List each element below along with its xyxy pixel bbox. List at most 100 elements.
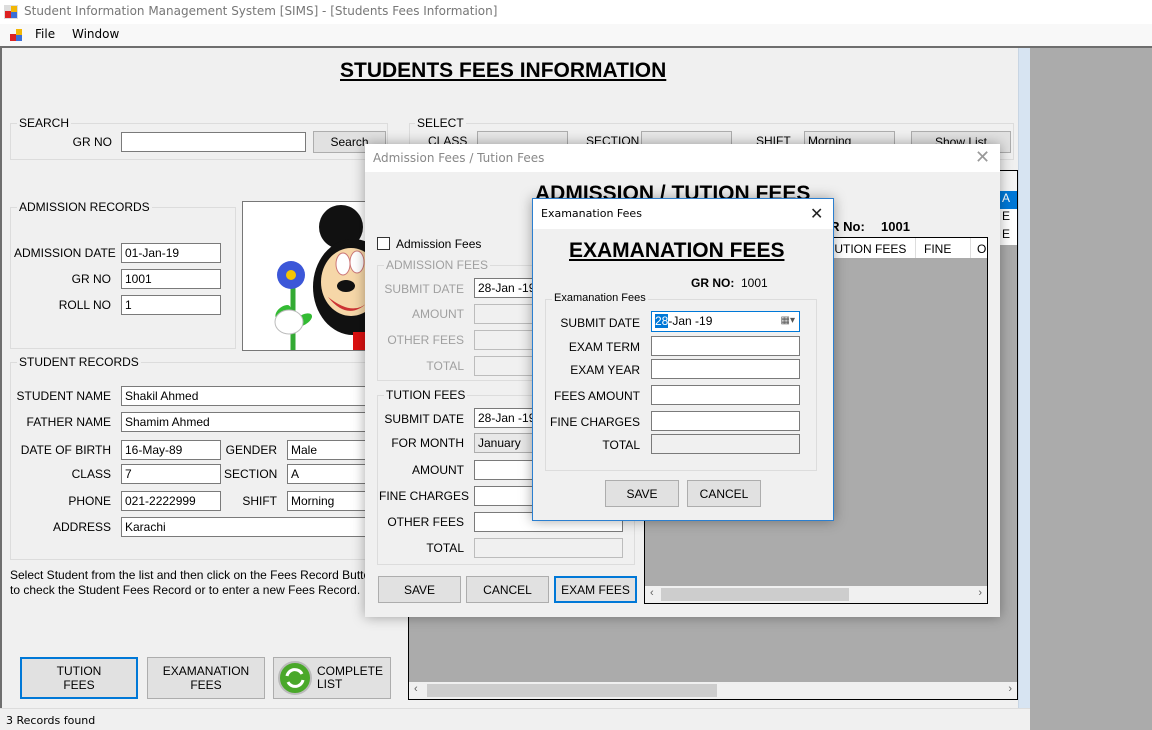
menu-file[interactable]: File: [35, 27, 55, 41]
dialog-cancel-button[interactable]: CANCEL: [466, 576, 549, 603]
close-icon[interactable]: ✕: [975, 147, 990, 168]
section-label: SECTION: [224, 467, 278, 481]
exam-term-label: EXAM TERM: [568, 340, 640, 354]
phone-field[interactable]: 021-2222999: [121, 491, 221, 511]
exam-year-field[interactable]: [651, 359, 800, 379]
records-grid-hscrollbar[interactable]: ‹ ›: [409, 682, 1017, 699]
address-label: ADDRESS: [52, 520, 111, 534]
mdi-child-icon[interactable]: [9, 28, 23, 42]
exam-fees-button[interactable]: EXAM FEES: [554, 576, 637, 603]
exam-submit-label: SUBMIT DATE: [560, 316, 640, 330]
hint-line-2: to check the Student Fees Record or to e…: [10, 583, 361, 597]
student-photo: [242, 201, 372, 351]
exam-fine-label: FINE CHARGES: [549, 415, 640, 429]
phone-label: PHONE: [68, 494, 111, 508]
exam-submit-date-picker[interactable]: 28-Jan -19 ▦▾: [651, 311, 800, 332]
father-name-field[interactable]: Shamim Ahmed: [121, 412, 371, 432]
exam-fees-line1: EXAMANATION: [162, 664, 250, 678]
exam-submit-rest: -Jan -19: [668, 314, 713, 328]
adm-other-field: [474, 330, 534, 350]
admission-fees-group-label: ADMISSION FEES: [384, 258, 491, 272]
gender-field[interactable]: Male: [287, 440, 371, 460]
scroll-thumb[interactable]: [661, 588, 849, 601]
exam-submit-day: 28: [655, 314, 669, 328]
admission-date-label: ADMISSION DATE: [14, 246, 116, 260]
title-bar: Student Information Management System [S…: [0, 0, 1152, 24]
tut-fine-field[interactable]: [474, 486, 534, 506]
dob-field[interactable]: 16-May-89: [121, 440, 221, 460]
grid-row-selected[interactable]: A: [999, 191, 1017, 209]
student-name-field[interactable]: Shakil Ahmed: [121, 386, 371, 406]
grid-col-other[interactable]: O: [977, 242, 986, 256]
fees-grid-hscrollbar[interactable]: ‹ ›: [645, 586, 987, 603]
exam-save-button[interactable]: SAVE: [605, 480, 679, 507]
grid-row[interactable]: E: [999, 227, 1017, 245]
grid-col-tution-fees[interactable]: TUTION FEES: [827, 242, 906, 256]
adm-amount-field: [474, 304, 534, 324]
dialog-title-bar: Admission Fees / Tution Fees ✕: [365, 144, 1000, 172]
grid-row[interactable]: E: [999, 209, 1017, 227]
tut-amount-field[interactable]: [474, 460, 534, 480]
address-field[interactable]: Karachi: [121, 517, 371, 537]
scroll-left-icon[interactable]: ‹: [650, 587, 654, 599]
examination-fees-button[interactable]: EXAMANATION FEES: [147, 657, 265, 699]
section-field[interactable]: A: [287, 464, 371, 484]
scroll-right-icon[interactable]: ›: [1008, 683, 1012, 695]
col-divider: [970, 238, 971, 258]
grid-col-fine[interactable]: FINE: [924, 242, 951, 256]
search-grno-input[interactable]: [121, 132, 306, 152]
hint-line-1: Select Student from the list and then cl…: [10, 568, 366, 582]
exam-fine-field[interactable]: [651, 411, 800, 431]
student-records-label: STUDENT RECORDS: [17, 355, 141, 369]
scroll-left-icon[interactable]: ‹: [414, 683, 418, 695]
admission-grno-label: GR NO: [71, 272, 111, 286]
examination-fees-dialog: Examanation Fees ✕ EXAMANATION FEES GR N…: [532, 198, 834, 521]
exam-dialog-heading: EXAMANATION FEES: [569, 239, 785, 262]
complete-list-line2: LIST: [317, 677, 343, 691]
tut-amount-label: AMOUNT: [412, 463, 464, 477]
grid-header-cell: [999, 171, 1017, 191]
status-bar: 3 Records found: [0, 708, 1030, 730]
tut-total-label: TOTAL: [426, 541, 464, 555]
menu-bar: File Window: [0, 24, 1152, 46]
class-field[interactable]: 7: [121, 464, 221, 484]
admission-rollno-field[interactable]: 1: [121, 295, 221, 315]
exam-cancel-button[interactable]: CANCEL: [687, 480, 761, 507]
tut-month-label: FOR MONTH: [391, 436, 464, 450]
exam-total-field: [651, 434, 800, 454]
tut-month-dropdown[interactable]: January: [474, 433, 534, 453]
admission-date-field[interactable]: 01-Jan-19: [121, 243, 221, 263]
admission-rollno-label: ROLL NO: [58, 298, 111, 312]
calendar-dropdown-icon[interactable]: ▦▾: [781, 314, 795, 328]
admission-grno-field[interactable]: 1001: [121, 269, 221, 289]
adm-submit-date[interactable]: 28-Jan -19: [474, 278, 534, 298]
dialog-title: Admission Fees / Tution Fees: [373, 151, 545, 165]
tution-fees-line2: FEES: [63, 678, 95, 692]
complete-list-button[interactable]: COMPLETE LIST: [273, 657, 391, 699]
father-name-label: FATHER NAME: [26, 415, 111, 429]
window-title: Student Information Management System [S…: [24, 4, 498, 18]
adm-total-label: TOTAL: [426, 359, 464, 373]
exam-year-label: EXAM YEAR: [570, 363, 640, 377]
dialog-save-button[interactable]: SAVE: [378, 576, 461, 603]
student-name-label: STUDENT NAME: [16, 389, 111, 403]
scroll-thumb[interactable]: [427, 684, 717, 697]
shift-field[interactable]: Morning: [287, 491, 371, 511]
tut-submit-date[interactable]: 28-Jan -19: [474, 408, 534, 428]
tut-fine-label: FINE CHARGES: [379, 489, 470, 503]
tution-fees-button[interactable]: TUTION FEES: [20, 657, 138, 699]
exam-term-field[interactable]: [651, 336, 800, 356]
admission-fees-checkbox[interactable]: [377, 237, 390, 250]
scroll-right-icon[interactable]: ›: [978, 587, 982, 599]
exam-amount-label: FEES AMOUNT: [553, 389, 640, 403]
status-text: 3 Records found: [6, 714, 96, 727]
dob-label: DATE OF BIRTH: [20, 443, 111, 457]
close-icon[interactable]: ✕: [810, 204, 823, 224]
exam-fees-group-label: Examanation Fees: [552, 292, 648, 304]
exam-amount-field[interactable]: [651, 385, 800, 405]
adm-other-label: OTHER FEES: [387, 333, 464, 347]
menu-window[interactable]: Window: [72, 27, 119, 41]
admission-records-label: ADMISSION RECORDS: [17, 200, 152, 214]
class-label: CLASS: [71, 467, 111, 481]
exam-grno-value: 1001: [741, 276, 768, 290]
